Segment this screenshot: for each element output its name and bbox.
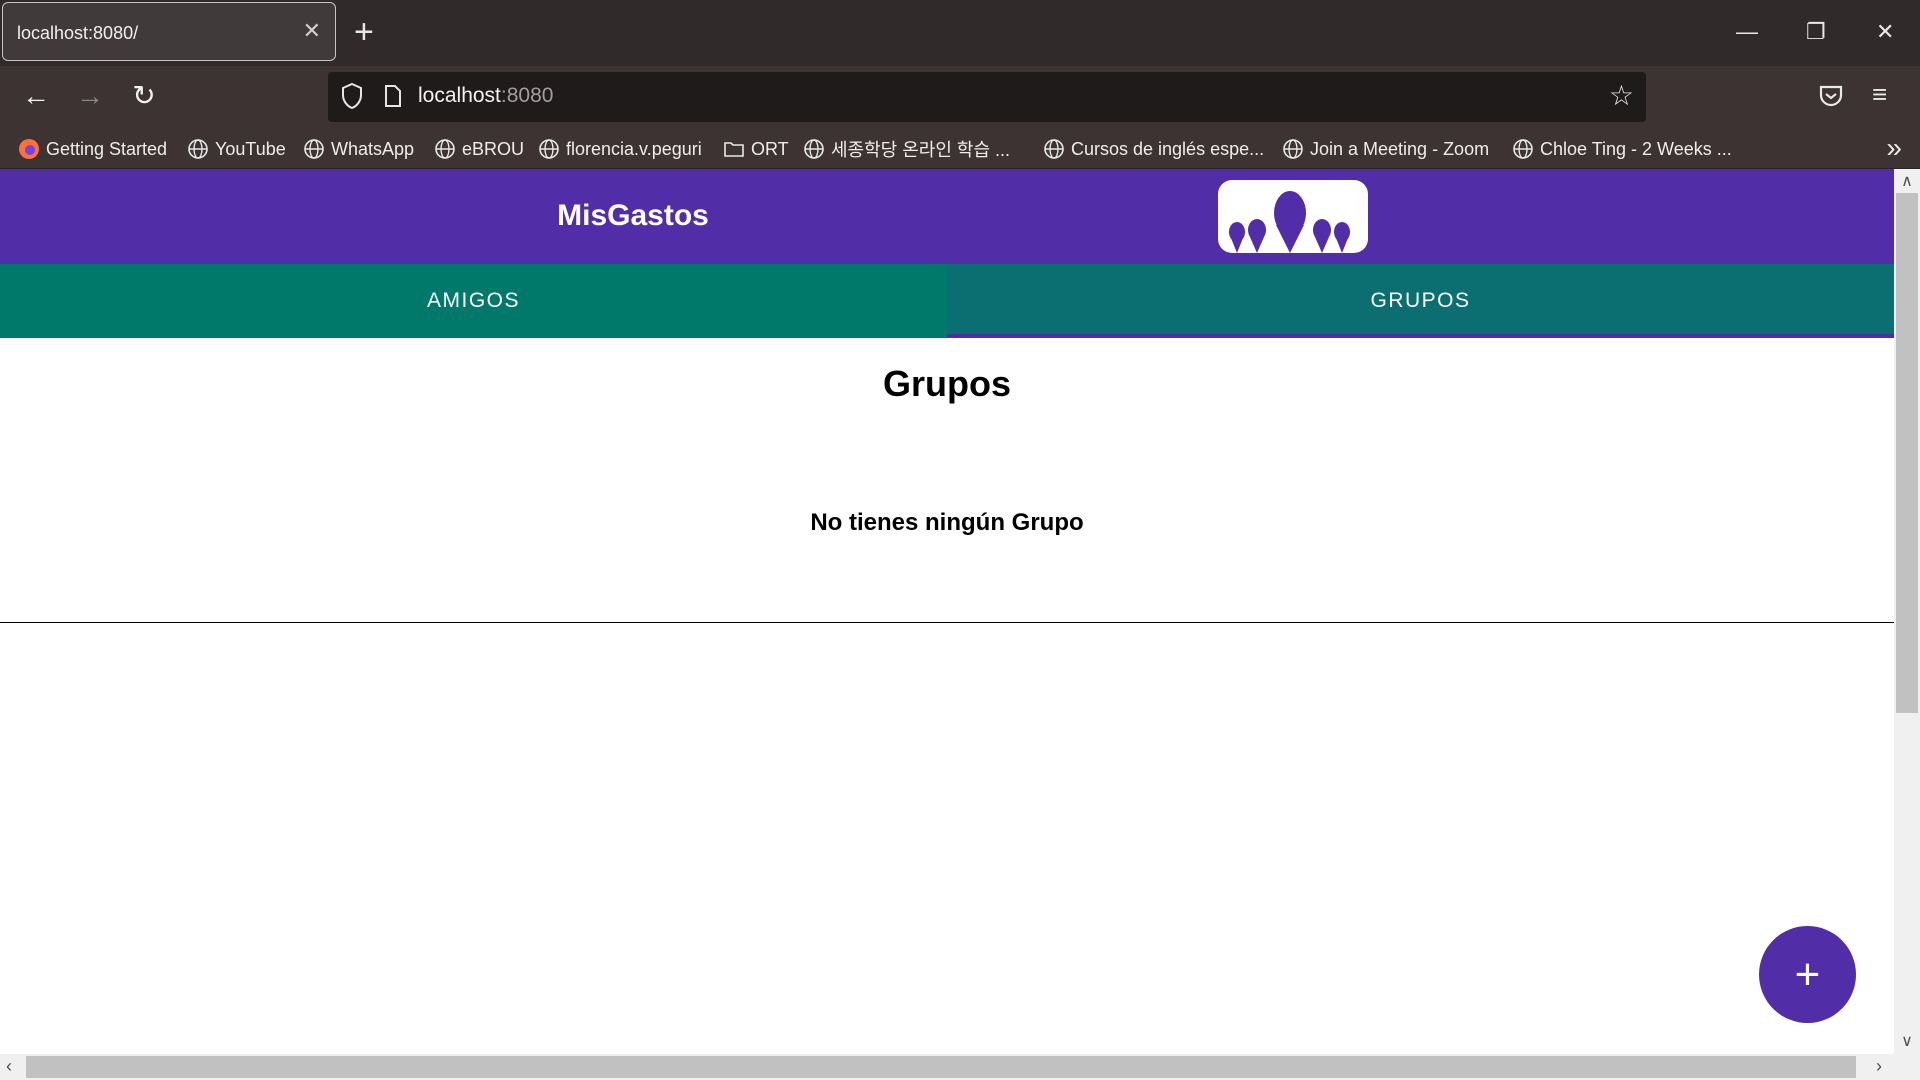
- tab-amigos[interactable]: AMIGOS: [0, 264, 947, 338]
- pocket-icon[interactable]: [1818, 84, 1844, 108]
- back-icon[interactable]: ←: [18, 80, 54, 112]
- bookmark-item[interactable]: eBROU: [434, 137, 524, 161]
- tab-grupos[interactable]: GRUPOS: [947, 264, 1894, 338]
- scroll-down-icon[interactable]: ∨: [1894, 1031, 1920, 1051]
- bookmark-item[interactable]: Cursos de inglés espe...: [1043, 137, 1264, 161]
- globe-icon: [1283, 139, 1303, 159]
- page-icon: [385, 85, 401, 107]
- firefox-icon: [19, 139, 39, 159]
- bookmarks-toolbar: Getting Started YouTube WhatsApp eBROU f…: [0, 129, 1920, 169]
- restore-icon[interactable]: ❐: [1806, 18, 1826, 46]
- globe-icon: [304, 139, 324, 159]
- bookmark-item[interactable]: YouTube: [187, 137, 286, 161]
- bookmark-item[interactable]: WhatsApp: [303, 137, 414, 161]
- minimize-icon[interactable]: —: [1736, 18, 1758, 46]
- divider: [0, 622, 1894, 623]
- bookmark-item[interactable]: Getting Started: [18, 137, 167, 161]
- globe-icon: [435, 139, 455, 159]
- bookmark-star-icon[interactable]: ☆: [1609, 80, 1634, 112]
- forward-icon[interactable]: →: [72, 80, 108, 112]
- app-header: MisGastos: [0, 169, 1894, 264]
- more-bookmarks-icon[interactable]: »: [1886, 133, 1902, 163]
- bookmark-item[interactable]: Join a Meeting - Zoom: [1282, 137, 1489, 161]
- globe-icon: [188, 139, 208, 159]
- bookmark-item[interactable]: ORT: [723, 137, 789, 161]
- app-title: MisGastos: [557, 199, 709, 232]
- scroll-left-icon[interactable]: ‹: [6, 1056, 12, 1077]
- shield-icon[interactable]: [340, 82, 364, 110]
- folder-icon: [724, 142, 744, 157]
- browser-toolbar: ← → ↻ localhost:8080 ☆ ≡: [0, 66, 1920, 129]
- scroll-up-icon[interactable]: ∧: [1894, 171, 1920, 191]
- tab-title: localhost:8080/: [17, 23, 139, 43]
- empty-state-message: No tienes ningún Grupo: [810, 509, 1084, 536]
- page-title: Grupos: [882, 363, 1011, 404]
- bookmark-item[interactable]: Chloe Ting - 2 Weeks ...: [1512, 137, 1732, 161]
- bookmark-item[interactable]: 세종학당 온라인 학습 ...: [803, 137, 1010, 161]
- people-logo-icon: [1229, 191, 1350, 253]
- vertical-scrollbar[interactable]: ∧ ∨: [1894, 169, 1920, 1054]
- horizontal-scroll-thumb[interactable]: [26, 1056, 1856, 1078]
- globe-icon: [804, 139, 824, 159]
- address-bar[interactable]: localhost:8080 ☆: [328, 72, 1646, 122]
- close-window-icon[interactable]: ✕: [1876, 18, 1894, 46]
- menu-icon[interactable]: ≡: [1872, 78, 1887, 110]
- globe-icon: [1044, 139, 1064, 159]
- reload-icon[interactable]: ↻: [126, 80, 162, 112]
- browser-tab-strip: localhost:8080/ ✕ + — ❐ ✕: [0, 0, 1920, 66]
- app-logo: [1218, 180, 1368, 253]
- add-group-button[interactable]: +: [1759, 926, 1856, 1023]
- globe-icon: [539, 139, 559, 159]
- bookmark-item[interactable]: florencia.v.peguri: [538, 137, 702, 161]
- page-viewport: MisGastos AMIGOS GRUPOS Grupos No tienes…: [0, 169, 1894, 1054]
- new-tab-button[interactable]: +: [354, 14, 374, 50]
- url-text[interactable]: localhost:8080: [418, 84, 553, 108]
- globe-icon: [1513, 139, 1533, 159]
- section-tabs: AMIGOS GRUPOS: [0, 264, 1894, 338]
- close-tab-icon[interactable]: ✕: [303, 19, 321, 43]
- scroll-right-icon[interactable]: ›: [1876, 1056, 1882, 1077]
- vertical-scroll-thumb[interactable]: [1896, 193, 1918, 713]
- horizontal-scrollbar[interactable]: ‹ ›: [0, 1054, 1920, 1080]
- browser-tab[interactable]: localhost:8080/ ✕: [2, 2, 336, 61]
